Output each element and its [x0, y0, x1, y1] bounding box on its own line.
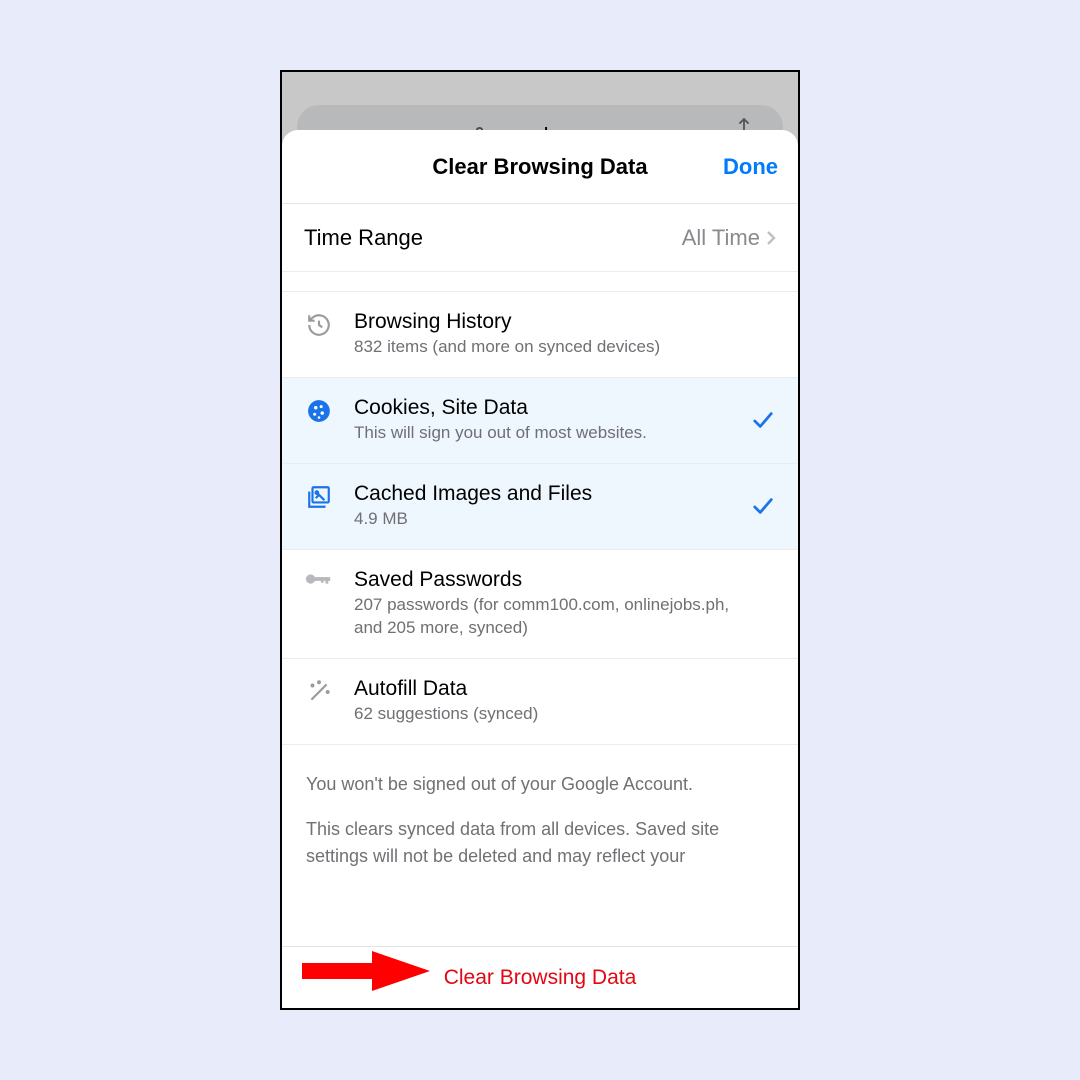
option-cookies[interactable]: Cookies, Site Data This will sign you ou… — [282, 378, 798, 464]
option-title: Autofill Data — [354, 677, 730, 701]
checkmark-icon — [750, 410, 776, 430]
wand-icon — [304, 677, 334, 705]
key-icon — [304, 568, 334, 588]
sheet: Clear Browsing Data Done Time Range All … — [282, 130, 798, 1008]
sheet-title: Clear Browsing Data — [432, 154, 647, 180]
option-title: Cookies, Site Data — [354, 396, 730, 420]
time-range-row[interactable]: Time Range All Time — [282, 204, 798, 272]
annotation-arrow-icon — [302, 949, 432, 998]
done-button[interactable]: Done — [723, 154, 778, 180]
option-cached[interactable]: Cached Images and Files 4.9 MB — [282, 464, 798, 550]
option-subtitle: 62 suggestions (synced) — [354, 703, 730, 726]
option-title: Saved Passwords — [354, 568, 730, 592]
option-subtitle: 207 passwords (for comm100.com, onlinejo… — [354, 594, 730, 640]
image-stack-icon — [304, 482, 334, 510]
option-subtitle: This will sign you out of most websites. — [354, 422, 730, 445]
sheet-header: Clear Browsing Data Done — [282, 130, 798, 204]
option-subtitle: 832 items (and more on synced devices) — [354, 336, 730, 359]
option-passwords[interactable]: Saved Passwords 207 passwords (for comm1… — [282, 550, 798, 659]
cookie-icon — [304, 396, 334, 424]
phone-frame: google.com Clear Browsing Data Done Time… — [280, 70, 800, 1010]
time-range-label: Time Range — [304, 225, 423, 251]
chevron-right-icon — [766, 230, 776, 246]
history-icon — [304, 310, 334, 338]
info-text-2: This clears synced data from all devices… — [282, 806, 798, 878]
option-browsing-history[interactable]: Browsing History 832 items (and more on … — [282, 292, 798, 378]
option-autofill[interactable]: Autofill Data 62 suggestions (synced) — [282, 659, 798, 745]
option-title: Cached Images and Files — [354, 482, 730, 506]
option-title: Browsing History — [354, 310, 730, 334]
time-range-value: All Time — [682, 225, 776, 251]
clear-browsing-data-button[interactable]: Clear Browsing Data — [444, 966, 637, 990]
checkmark-icon — [750, 496, 776, 516]
info-text-1: You won't be signed out of your Google A… — [282, 745, 798, 806]
option-subtitle: 4.9 MB — [354, 508, 730, 531]
